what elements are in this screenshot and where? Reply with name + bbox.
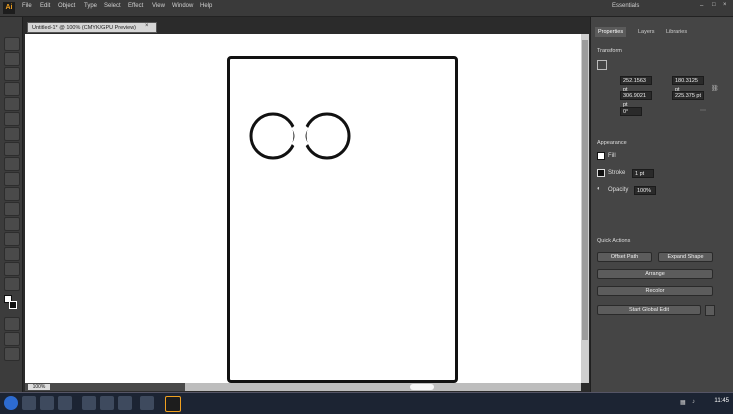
opacity-label: Opacity [608, 187, 629, 193]
menu-effect[interactable]: Effect [128, 3, 143, 9]
eyedropper-tool-icon[interactable] [4, 277, 20, 291]
illustrator-taskbar-icon[interactable] [165, 396, 181, 412]
menu-file[interactable]: File [22, 3, 32, 9]
document-tab[interactable]: Untitled-1* @ 100% (CMYK/GPU Preview) [27, 22, 157, 33]
menu-bar: Ai File Edit Object Type Select Effect V… [0, 0, 733, 17]
reference-point-icon[interactable] [597, 60, 607, 70]
magic-wand-tool-icon[interactable] [4, 67, 20, 81]
opacity-field[interactable]: 100% [634, 186, 656, 195]
x-field[interactable]: 252.1563 pt [620, 76, 652, 93]
shape-builder-tool-icon[interactable] [4, 247, 20, 261]
opacity-icon: ◐ [597, 186, 601, 192]
rotate-tool-icon[interactable] [4, 202, 20, 216]
taskbar: ▦ ♪ 11:45 [0, 392, 733, 414]
tools-panel [0, 17, 23, 392]
infinity-shape[interactable] [248, 110, 354, 162]
scale-tool-icon[interactable] [4, 217, 20, 231]
rotate-angle-field[interactable]: 0° [620, 107, 642, 116]
word-icon[interactable] [82, 396, 96, 410]
stroke-color-swatch[interactable] [597, 169, 605, 177]
stroke-label: Stroke [608, 170, 626, 176]
horizontal-scrollbar[interactable] [185, 383, 581, 391]
maximize-icon[interactable]: □ [712, 2, 716, 8]
y-field[interactable]: 306.9021 pt [620, 91, 652, 108]
artboard[interactable] [227, 56, 458, 383]
tab-layers[interactable]: Layers [635, 27, 658, 37]
fill-label: Fill [608, 153, 616, 159]
tab-properties[interactable]: Properties [595, 27, 627, 37]
close-tab-icon[interactable]: × [145, 23, 149, 29]
type-tool-icon[interactable] [4, 112, 20, 126]
stroke-swatch[interactable] [9, 301, 17, 309]
workspace-switcher[interactable]: Essentials [612, 3, 639, 9]
menu-window[interactable]: Window [172, 3, 193, 9]
excel-icon[interactable] [100, 396, 114, 410]
arrange-button[interactable]: Arrange [597, 269, 713, 279]
expand-shape-button[interactable]: Expand Shape [658, 252, 713, 262]
vertical-scroll-thumb[interactable] [582, 40, 588, 340]
quick-actions-heading: Quick Actions [597, 238, 631, 244]
paint-icon[interactable] [140, 396, 154, 410]
menu-object[interactable]: Object [58, 3, 75, 9]
browser-icon[interactable] [40, 396, 54, 410]
fill-color-swatch[interactable] [597, 152, 605, 160]
direct-selection-tool-icon[interactable] [4, 52, 20, 66]
explorer-icon[interactable] [22, 396, 36, 410]
draw-mode-icon[interactable] [4, 317, 20, 331]
curvature-tool-icon[interactable] [4, 97, 20, 111]
left-ring[interactable] [249, 112, 297, 160]
recolor-button[interactable]: Recolor [597, 286, 713, 296]
selection-tool-icon[interactable] [4, 37, 20, 51]
menu-type[interactable]: Type [84, 3, 97, 9]
link-proportions-icon[interactable]: ⛓ [711, 85, 719, 92]
network-icon[interactable]: ▦ [680, 399, 686, 406]
global-edit-options-icon[interactable] [705, 305, 715, 316]
start-global-edit-button[interactable]: Start Global Edit [597, 305, 701, 315]
menu-edit[interactable]: Edit [40, 3, 50, 9]
paintbrush-tool-icon[interactable] [4, 157, 20, 171]
pencil-tool-icon[interactable] [4, 172, 20, 186]
tab-libraries[interactable]: Libraries [663, 27, 690, 37]
stroke-weight-field[interactable]: 1 pt [632, 169, 654, 178]
eraser-tool-icon[interactable] [4, 187, 20, 201]
h-field[interactable]: 225.375 pt [672, 91, 704, 100]
screen-mode-icon[interactable] [4, 332, 20, 346]
start-icon[interactable] [4, 396, 18, 410]
transform-heading: Transform [597, 48, 622, 54]
offset-path-button[interactable]: Offset Path [597, 252, 652, 262]
width-tool-icon[interactable] [4, 232, 20, 246]
menu-view[interactable]: View [152, 3, 165, 9]
zoom-level-field[interactable]: 100% [28, 384, 50, 390]
menu-help[interactable]: Help [200, 3, 212, 9]
powerpoint-icon[interactable] [118, 396, 132, 410]
properties-panel: Properties Layers Libraries [590, 17, 733, 392]
app-logo[interactable]: Ai [3, 2, 15, 14]
rectangle-tool-icon[interactable] [4, 142, 20, 156]
appearance-heading: Appearance [597, 140, 627, 146]
horizontal-scroll-thumb[interactable] [410, 384, 434, 390]
minimize-icon[interactable]: – [700, 3, 703, 9]
edit-toolbar-icon[interactable] [4, 347, 20, 361]
menu-select[interactable]: Select [104, 3, 121, 9]
clock[interactable]: 11:45 [714, 398, 729, 404]
close-window-icon[interactable]: × [723, 2, 727, 8]
more-options-icon[interactable]: ⋯ [700, 107, 706, 114]
w-field[interactable]: 180.3125 pt [672, 76, 704, 93]
media-player-icon[interactable] [58, 396, 72, 410]
right-ring[interactable] [303, 112, 351, 160]
gradient-tool-icon[interactable] [4, 262, 20, 276]
pen-tool-icon[interactable] [4, 82, 20, 96]
volume-icon[interactable]: ♪ [692, 399, 695, 405]
line-tool-icon[interactable] [4, 127, 20, 141]
